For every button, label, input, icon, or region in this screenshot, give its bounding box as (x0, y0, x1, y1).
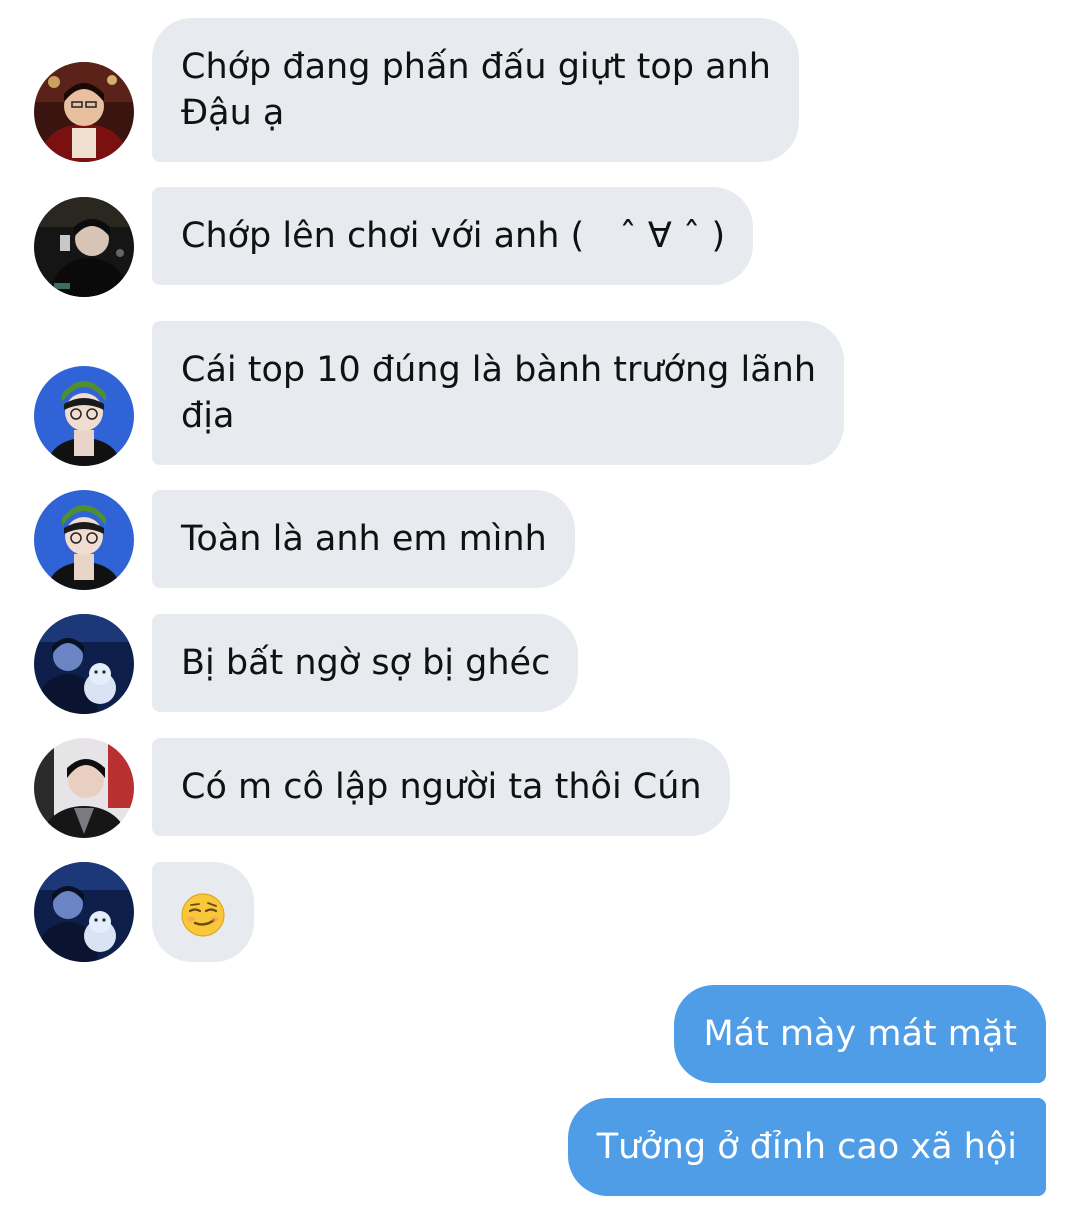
message-bubble[interactable] (152, 862, 254, 962)
incoming-message-row: Có m cô lập người ta thôi Cún (0, 738, 1080, 838)
incoming-message-row: Toàn là anh em mình (0, 490, 1080, 590)
message-bubble[interactable]: Chớp đang phấn đấu giựt top anh Đậu ạ (152, 18, 799, 162)
outgoing-message-bubble[interactable]: Mát mày mát mặt (674, 985, 1046, 1083)
chat-thread: Chớp đang phấn đấu giựt top anh Đậu ạ Ch… (0, 0, 1080, 1209)
sender-avatar[interactable] (34, 197, 134, 297)
message-bubble[interactable]: Có m cô lập người ta thôi Cún (152, 738, 730, 836)
sender-avatar[interactable] (34, 614, 134, 714)
incoming-message-row: Cái top 10 đúng là bành trướng lãnh địa (0, 321, 1080, 466)
sender-avatar[interactable] (34, 490, 134, 590)
message-bubble[interactable]: Chớp lên chơi với anh ( ˆ ∀ ˆ ) (152, 187, 754, 285)
smirking-face-emoji (181, 893, 225, 937)
outgoing-message-bubble[interactable]: Tưởng ở đỉnh cao xã hội (567, 1098, 1046, 1196)
sender-avatar[interactable] (34, 862, 134, 962)
incoming-message-row: Chớp lên chơi với anh ( ˆ ∀ ˆ ) (0, 187, 1080, 297)
incoming-message-row: Chớp đang phấn đấu giựt top anh Đậu ạ (0, 18, 1080, 163)
message-bubble[interactable]: Bị bất ngờ sợ bị ghéc (152, 614, 579, 712)
message-bubble[interactable]: Cái top 10 đúng là bành trướng lãnh địa (152, 321, 845, 465)
sender-avatar[interactable] (34, 366, 134, 466)
incoming-message-row: Bị bất ngờ sợ bị ghéc (0, 614, 1080, 714)
incoming-message-row (0, 862, 1080, 962)
message-bubble[interactable]: Toàn là anh em mình (152, 490, 575, 588)
sender-avatar[interactable] (34, 738, 134, 838)
sender-avatar[interactable] (34, 62, 134, 162)
